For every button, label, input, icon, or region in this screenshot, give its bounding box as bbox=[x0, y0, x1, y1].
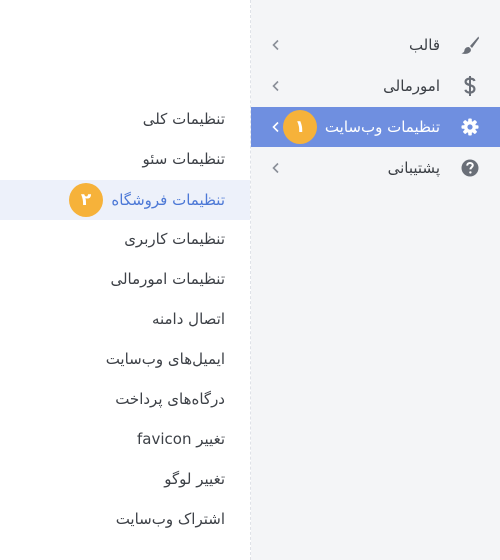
submenu-item-label: تنظیمات سئو bbox=[142, 150, 225, 168]
sidebar-item-template[interactable]: قالب bbox=[251, 25, 500, 65]
help-circle-icon bbox=[460, 158, 480, 178]
submenu-item-change-favicon[interactable]: تغییر favicon bbox=[0, 419, 250, 459]
submenu-item-website-subscription[interactable]: اشتراک وب‌سایت bbox=[0, 499, 250, 539]
submenu-item-change-logo[interactable]: تغییر لوگو bbox=[0, 459, 250, 499]
submenu-item-label: تغییر لوگو bbox=[164, 470, 225, 488]
submenu-item-seo-settings[interactable]: تنظیمات سئو bbox=[0, 139, 250, 179]
chevron-left-icon bbox=[269, 38, 283, 52]
brush-icon bbox=[460, 35, 480, 55]
chevron-left-icon bbox=[269, 161, 283, 175]
sidebar-item-label: امورمالی bbox=[383, 77, 440, 95]
submenu-item-domain-connect[interactable]: اتصال دامنه bbox=[0, 299, 250, 339]
sidebar-item-label: پشتیبانی bbox=[387, 159, 440, 177]
submenu-item-label: تغییر favicon bbox=[137, 430, 225, 448]
sidebar-item-label: قالب bbox=[408, 36, 440, 54]
sidebar-item-support[interactable]: پشتیبانی bbox=[251, 148, 500, 188]
submenu-item-label: ایمیل‌های وب‌سایت bbox=[105, 350, 225, 368]
submenu-item-store-settings[interactable]: تنظیمات فروشگاه ۲ bbox=[0, 180, 250, 220]
submenu-item-payment-gateways[interactable]: درگاه‌های پرداخت bbox=[0, 379, 250, 419]
submenu-item-finance-settings[interactable]: تنظیمات امورمالی bbox=[0, 259, 250, 299]
chevron-left-icon bbox=[269, 120, 283, 134]
submenu-item-user-settings[interactable]: تنظیمات کاربری bbox=[0, 219, 250, 259]
step-badge: ۱ bbox=[283, 110, 317, 144]
gear-icon bbox=[460, 117, 480, 137]
sidebar-item-finance[interactable]: امورمالی bbox=[251, 66, 500, 106]
submenu-item-label: تنظیمات فروشگاه bbox=[111, 191, 225, 209]
submenu-item-label: اشتراک وب‌سایت bbox=[115, 510, 225, 528]
step-badge: ۲ bbox=[69, 183, 103, 217]
submenu-item-general-settings[interactable]: تنظیمات کلی bbox=[0, 99, 250, 139]
submenu-item-label: درگاه‌های پرداخت bbox=[115, 390, 225, 408]
submenu-item-website-emails[interactable]: ایمیل‌های وب‌سایت bbox=[0, 339, 250, 379]
sidebar-item-website-settings[interactable]: تنظیمات وب‌سایت ۱ bbox=[251, 107, 500, 147]
chevron-left-icon bbox=[269, 79, 283, 93]
submenu-item-label: تنظیمات کلی bbox=[142, 110, 225, 128]
settings-submenu: تنظیمات کلی تنظیمات سئو تنظیمات فروشگاه … bbox=[0, 0, 251, 560]
submenu-item-label: تنظیمات امورمالی bbox=[110, 270, 225, 288]
submenu-item-label: اتصال دامنه bbox=[151, 310, 225, 328]
sidebar-item-label: تنظیمات وب‌سایت bbox=[324, 118, 440, 136]
dollar-icon bbox=[460, 76, 480, 96]
main-sidebar: قالب امورمالی bbox=[251, 0, 500, 560]
submenu-item-label: تنظیمات کاربری bbox=[124, 230, 225, 248]
